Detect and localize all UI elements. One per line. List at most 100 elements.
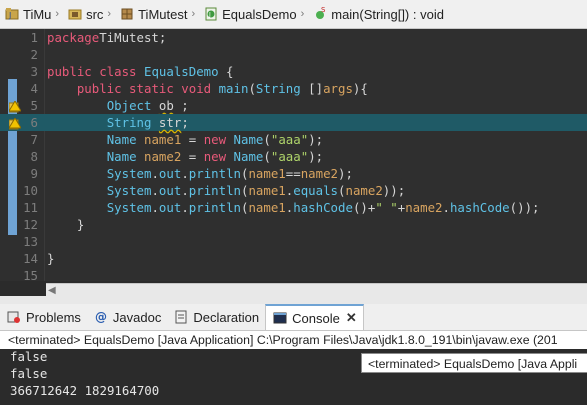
tab-problems[interactable]: Problems	[0, 304, 87, 330]
code-token: .	[442, 200, 450, 215]
warning-marker-icon[interactable]	[8, 117, 22, 130]
code-token: );	[308, 149, 324, 164]
code-line[interactable]: 7 Name name1 = new Name("aaa");	[0, 131, 587, 148]
code-token: ob	[158, 98, 174, 113]
console-status-line: <terminated> EqualsDemo [Java Applicatio…	[0, 331, 587, 349]
code-token: out	[158, 183, 182, 198]
code-token: ;	[173, 98, 189, 113]
pane-divider[interactable]	[0, 296, 587, 304]
code-line[interactable]: 5 Object ob ;	[0, 97, 587, 114]
code-token: =	[181, 132, 204, 147]
code-token: name2	[345, 183, 383, 198]
line-number: 7	[30, 132, 38, 147]
code-token: String	[106, 115, 152, 130]
breadcrumb-separator-icon: ›	[107, 8, 112, 20]
tab-declaration[interactable]: Declaration	[167, 304, 265, 330]
code-token: .	[151, 200, 159, 215]
breadcrumb-item[interactable]: src ›	[63, 0, 115, 28]
svg-text:@: @	[95, 310, 107, 324]
code-token: Name	[226, 132, 264, 147]
code-text: packageTiMutest;	[47, 29, 166, 46]
code-token: TiMutest;	[99, 30, 167, 45]
line-number: 11	[23, 200, 38, 215]
code-token: .	[151, 166, 159, 181]
code-token: EqualsDemo	[136, 64, 219, 79]
code-line[interactable]: 1 packageTiMutest;	[0, 29, 587, 46]
code-token: args	[323, 81, 353, 96]
close-icon[interactable]: ✕	[346, 310, 357, 326]
breadcrumb-item[interactable]: J TiMu ›	[0, 0, 63, 28]
code-token: hashCode	[449, 200, 510, 215]
breadcrumb-separator-icon: ›	[191, 8, 196, 20]
code-text: }	[47, 250, 54, 267]
code-token: System	[106, 166, 152, 181]
code-lines[interactable]: 1 packageTiMutest; 2 3 public class EqualsDe…	[0, 29, 587, 284]
code-token: }	[47, 217, 85, 232]
code-token: =	[181, 149, 204, 164]
declaration-icon	[173, 309, 189, 325]
tab-javadoc[interactable]: @ Javadoc	[87, 304, 167, 330]
tab-console[interactable]: Console ✕	[265, 304, 364, 330]
line-number: 2	[30, 47, 38, 62]
breadcrumb-item[interactable]: J EqualsDemo ›	[199, 0, 308, 28]
code-line[interactable]: 10 System.out.println(name1.equals(name2…	[0, 182, 587, 199]
code-line[interactable]: 3 public class EqualsDemo {	[0, 63, 587, 80]
code-token: }	[47, 251, 55, 266]
breadcrumb-item[interactable]: Smain(String[]) : void	[308, 0, 448, 28]
code-line[interactable]: 14}	[0, 250, 587, 267]
breadcrumb-separator-icon: ›	[300, 8, 305, 20]
code-editor[interactable]: 1 packageTiMutest; 2 3 public class EqualsDe…	[0, 29, 587, 298]
code-token: ()+	[352, 200, 376, 215]
code-token: (	[263, 149, 271, 164]
code-token: public class	[47, 64, 137, 79]
code-text: Name name1 = new Name("aaa");	[47, 131, 323, 148]
code-line[interactable]: 12 }	[0, 216, 587, 233]
code-token: System	[106, 200, 152, 215]
method-icon: S	[312, 6, 328, 22]
source-folder-icon	[67, 6, 83, 22]
code-line[interactable]: 6 String str;	[0, 114, 587, 131]
code-line[interactable]: 4 public static void main(String []args)…	[0, 80, 587, 97]
code-token: new	[203, 132, 227, 147]
problems-icon	[6, 309, 22, 325]
code-line[interactable]: 9 System.out.println(name1==name2);	[0, 165, 587, 182]
code-line[interactable]: 11 System.out.println(name1.hashCode()+"…	[0, 199, 587, 216]
package-icon	[119, 6, 135, 22]
code-token: " "	[375, 200, 398, 215]
code-text: Object ob ;	[47, 97, 189, 114]
code-token: .	[181, 183, 189, 198]
console-line: false	[10, 349, 48, 364]
code-token: System	[106, 183, 152, 198]
code-token: ;	[181, 115, 189, 130]
warning-marker-icon[interactable]	[8, 100, 22, 113]
code-line[interactable]: 15	[0, 267, 587, 284]
line-number: 8	[30, 149, 38, 164]
code-token: Name	[226, 149, 264, 164]
line-number: 15	[23, 268, 38, 283]
code-text: System.out.println(name1.equals(name2));	[47, 182, 406, 199]
code-token: package	[47, 30, 100, 45]
code-token: .	[181, 200, 189, 215]
code-token: (	[248, 81, 256, 96]
code-token: hashCode	[293, 200, 353, 215]
code-line[interactable]: 13	[0, 233, 587, 250]
code-line[interactable]: 2	[0, 46, 587, 63]
code-token: out	[158, 166, 182, 181]
code-line[interactable]: 8 Name name2 = new Name("aaa");	[0, 148, 587, 165]
code-token: name2	[300, 166, 339, 181]
code-text: System.out.println(name1.hashCode()+" "+…	[47, 199, 540, 216]
breadcrumb-separator-icon: ›	[55, 8, 60, 20]
console-line: 366712642 1829164700	[10, 383, 160, 398]
breadcrumb-item[interactable]: TiMutest ›	[115, 0, 199, 28]
code-token: Name	[106, 132, 137, 147]
code-token: []	[300, 81, 324, 96]
